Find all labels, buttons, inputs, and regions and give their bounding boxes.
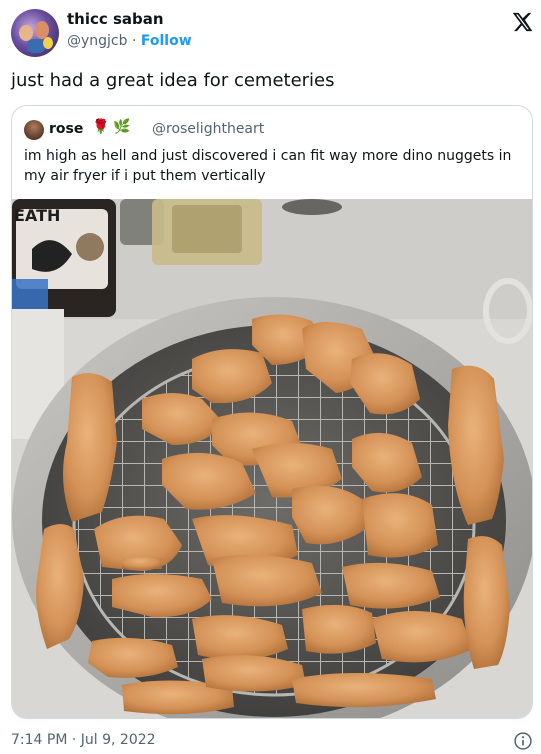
quoted-author-avatar xyxy=(24,120,44,140)
follow-button[interactable]: Follow xyxy=(141,33,192,49)
tweet-text: just had a great idea for cemeteries xyxy=(11,70,335,91)
separator-dot: · xyxy=(131,33,137,49)
author-handle[interactable]: @yngjcb xyxy=(67,33,128,49)
author-display-name[interactable]: thicc saban xyxy=(67,10,164,28)
x-logo-icon[interactable] xyxy=(511,11,533,33)
author-avatar[interactable] xyxy=(11,9,59,57)
rose-emoji-icon: 🌹 xyxy=(92,119,110,135)
herb-emoji-icon: 🌿 xyxy=(113,119,131,135)
quoted-tweet-card[interactable]: rose 🌹 🌿 @roselightheart im high as hell… xyxy=(11,105,533,719)
info-icon[interactable] xyxy=(513,731,533,751)
bottle-label-text: EATH xyxy=(14,206,60,225)
air-fryer-photo[interactable]: EATH xyxy=(12,199,533,719)
quoted-author-handle: @roselightheart xyxy=(152,121,265,137)
quoted-author-name: rose xyxy=(49,121,84,137)
tweet-timestamp[interactable]: 7:14 PM · Jul 9, 2022 xyxy=(11,732,156,748)
author-handle-row: @yngjcb · Follow xyxy=(67,33,192,49)
quoted-tweet-text: im high as hell and just discovered i ca… xyxy=(24,148,512,184)
